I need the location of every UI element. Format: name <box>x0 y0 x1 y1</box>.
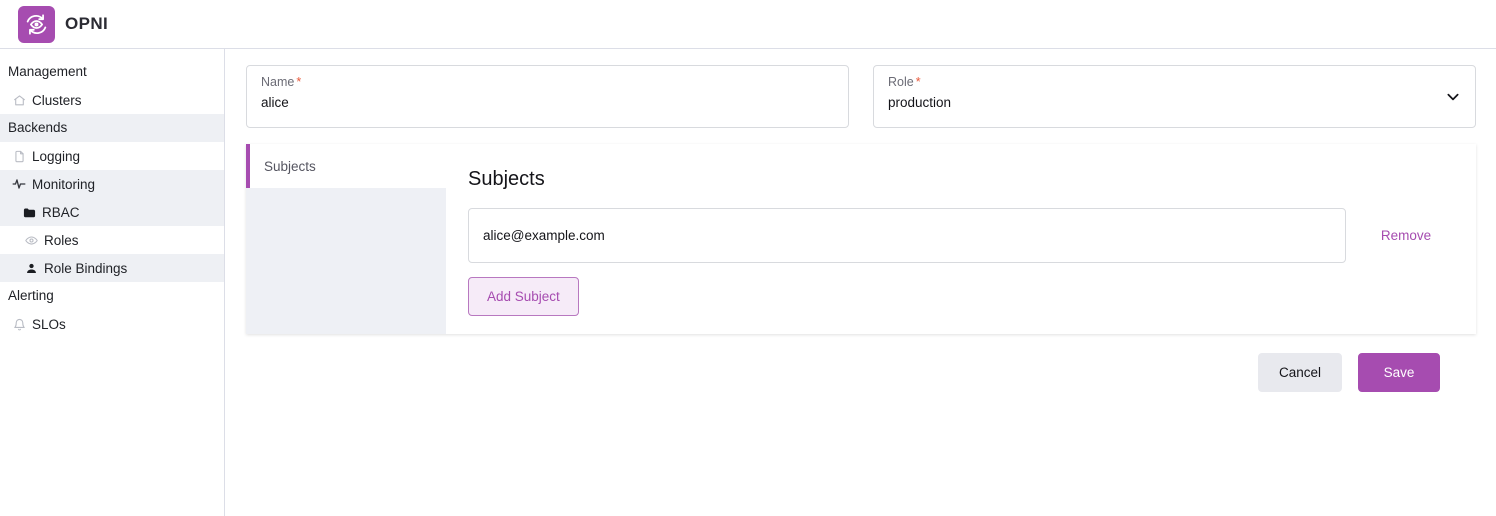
nav-group-backends: Backends <box>0 114 224 142</box>
name-field-label: Name * <box>261 75 834 90</box>
subject-row: alice@example.com Remove <box>468 208 1454 263</box>
subject-input[interactable]: alice@example.com <box>468 208 1346 263</box>
activity-icon <box>12 177 26 191</box>
sidebar-item-monitoring[interactable]: Monitoring <box>0 170 224 198</box>
eye-icon <box>24 233 38 247</box>
sidebar-item-label: SLOs <box>32 316 66 332</box>
role-label-text: Role <box>888 75 914 89</box>
remove-subject-button[interactable]: Remove <box>1358 228 1454 243</box>
subjects-card: Subjects Subjects alice@example.com Remo… <box>246 144 1476 334</box>
role-field[interactable]: Role * production <box>873 65 1476 128</box>
tab-subjects[interactable]: Subjects <box>246 144 446 188</box>
user-icon <box>24 261 38 275</box>
required-marker: * <box>915 75 921 89</box>
sidebar-item-role-bindings[interactable]: Role Bindings <box>0 254 224 282</box>
tab-rail: Subjects <box>246 144 446 334</box>
sidebar-item-logging[interactable]: Logging <box>0 142 224 170</box>
nav-group-alerting: Alerting <box>8 288 54 303</box>
brand-name: OPNI <box>65 14 109 33</box>
form-row: Name * alice Role * production <box>246 65 1476 128</box>
name-field[interactable]: Name * alice <box>246 65 849 128</box>
sidebar-item-slos[interactable]: SLOs <box>0 310 224 338</box>
sidebar-item-label: Role Bindings <box>44 260 128 276</box>
name-input[interactable]: alice <box>261 90 834 113</box>
main-content: Name * alice Role * production Subjects Su… <box>226 49 1496 516</box>
role-select-value[interactable]: production <box>888 90 1461 113</box>
sidebar-item-rbac[interactable]: RBAC <box>0 198 224 226</box>
cancel-button[interactable]: Cancel <box>1257 353 1342 392</box>
brand[interactable]: OPNI <box>18 5 109 43</box>
sidebar: Management Clusters Backends Logging Mon… <box>0 49 225 516</box>
file-icon <box>12 149 26 163</box>
role-field-label: Role * <box>888 75 1461 90</box>
sidebar-item-roles[interactable]: Roles <box>0 226 224 254</box>
panel-title: Subjects <box>468 168 545 190</box>
subjects-panel: Subjects alice@example.com Remove Add Su… <box>446 144 1476 334</box>
add-subject-button[interactable]: Add Subject <box>468 277 579 316</box>
sidebar-item-clusters[interactable]: Clusters <box>0 86 224 114</box>
app-header: OPNI <box>0 0 1496 49</box>
folder-icon <box>22 205 36 219</box>
chevron-down-icon[interactable] <box>1445 89 1461 105</box>
sidebar-item-label: Logging <box>32 148 81 164</box>
bell-icon <box>12 317 26 331</box>
home-icon <box>12 93 26 107</box>
required-marker: * <box>296 75 302 89</box>
tab-label: Subjects <box>264 158 316 174</box>
name-label-text: Name <box>261 75 295 89</box>
save-button[interactable]: Save <box>1358 353 1440 392</box>
sidebar-item-label: Clusters <box>32 92 82 108</box>
sidebar-item-label: Roles <box>44 232 79 248</box>
sidebar-item-label: Monitoring <box>32 176 96 192</box>
nav-group-management: Management <box>8 64 87 79</box>
form-actions: Cancel Save <box>246 353 1476 392</box>
opni-eye-refresh-icon <box>18 5 55 43</box>
sidebar-item-label: RBAC <box>42 204 80 220</box>
